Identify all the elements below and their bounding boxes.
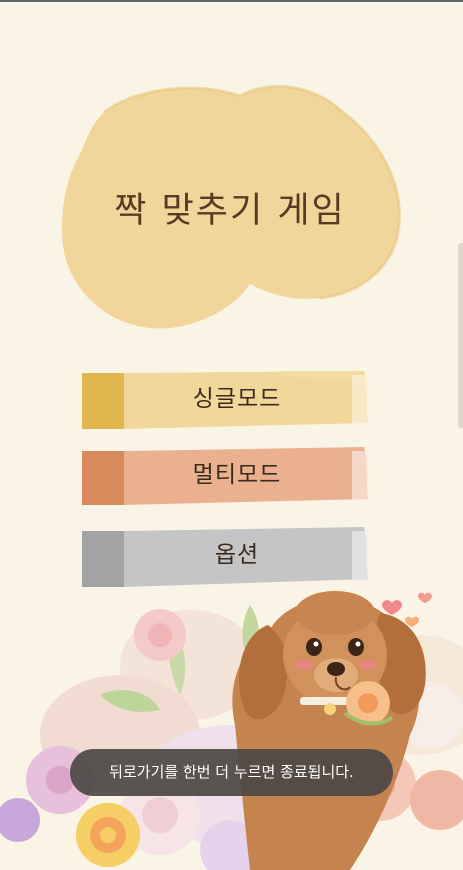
single-mode-label: 싱글모드 (192, 386, 282, 412)
title-blob (62, 85, 401, 329)
single-mode-button[interactable]: 싱글모드 (82, 371, 368, 429)
option-label: 옵션 (214, 542, 260, 568)
exit-toast: 뒤로가기를 한번 더 누르면 종료됩니다. (70, 749, 393, 796)
multi-mode-button[interactable]: 멀티모드 (82, 447, 368, 505)
multi-mode-label: 멀티모드 (192, 462, 282, 488)
option-button[interactable]: 옵션 (82, 527, 368, 587)
page-title: 짝 맞추기 게임 (114, 191, 346, 231)
edge-panel-handle[interactable] (458, 243, 463, 428)
app-screen: 짝 맞추기 게임 싱글모드 멀티모드 옵션 뒤로가기를 한번 더 누르면 종료됩… (0, 0, 463, 870)
dog-illustration-icon (0, 591, 463, 870)
